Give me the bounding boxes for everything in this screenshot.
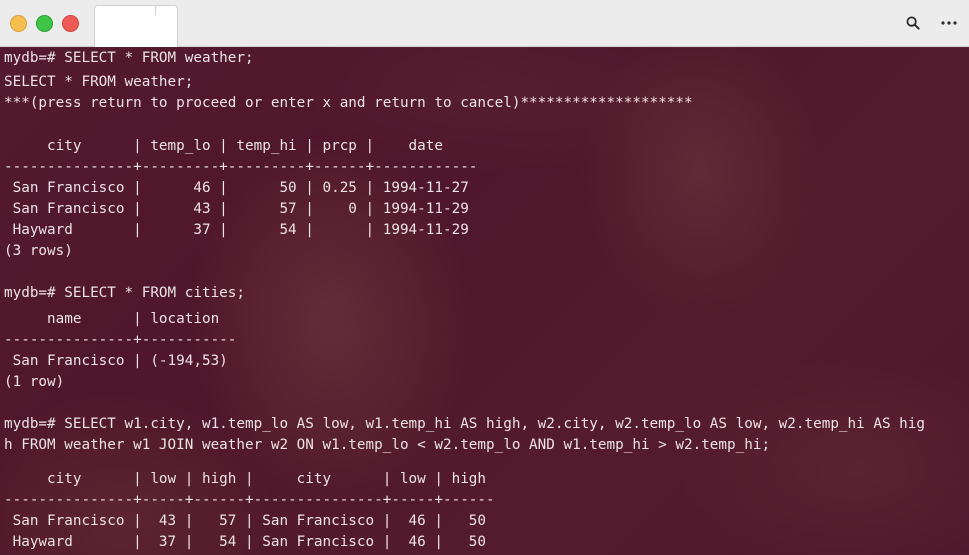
terminal-line: city | low | high | city | low | high bbox=[4, 471, 487, 487]
terminal-tab[interactable] bbox=[94, 5, 178, 47]
terminal-output[interactable]: mydb=# SELECT * FROM weather; SELECT * F… bbox=[0, 48, 969, 555]
terminal-line: city | temp_lo | temp_hi | prcp | date bbox=[4, 138, 443, 154]
tab-divider bbox=[155, 5, 156, 15]
terminal-line: SELECT * FROM weather; bbox=[4, 74, 194, 90]
terminal-line: name | location bbox=[4, 311, 220, 327]
terminal-line: San Francisco | (-194,53) bbox=[4, 353, 228, 369]
terminal-line: ---------------+---------+---------+----… bbox=[4, 159, 478, 175]
terminal-line: (1 row) bbox=[4, 374, 65, 390]
terminal-line: San Francisco | 46 | 50 | 0.25 | 1994-11… bbox=[4, 180, 469, 196]
terminal-line: Hayward | 37 | 54 | | 1994-11-29 bbox=[4, 222, 469, 238]
terminal-line: h FROM weather w1 JOIN weather w2 ON w1.… bbox=[4, 437, 771, 453]
terminal-line: mydb=# SELECT * FROM weather; bbox=[4, 50, 254, 66]
title-bar bbox=[0, 0, 969, 47]
terminal-line: San Francisco | 43 | 57 | 0 | 1994-11-29 bbox=[4, 201, 469, 217]
close-button[interactable] bbox=[62, 15, 79, 32]
search-icon[interactable] bbox=[901, 12, 925, 34]
terminal-line: ***(press return to proceed or enter x a… bbox=[4, 95, 693, 111]
terminal-line: ---------------+-----+------+-----------… bbox=[4, 492, 495, 508]
terminal-line: Hayward | 37 | 54 | San Francisco | 46 |… bbox=[4, 534, 487, 550]
terminal-line: ---------------+----------- bbox=[4, 332, 237, 348]
minimize-button[interactable] bbox=[10, 15, 27, 32]
terminal-window: mydb=# SELECT * FROM weather; SELECT * F… bbox=[0, 0, 969, 555]
terminal-line: mydb=# SELECT * FROM cities; bbox=[4, 285, 246, 301]
terminal-line: (3 rows) bbox=[4, 243, 73, 259]
terminal-line: San Francisco | 43 | 57 | San Francisco … bbox=[4, 513, 487, 529]
terminal-line: mydb=# SELECT w1.city, w1.temp_lo AS low… bbox=[4, 416, 925, 432]
maximize-button[interactable] bbox=[36, 15, 53, 32]
more-horizontal-icon[interactable] bbox=[937, 12, 961, 34]
